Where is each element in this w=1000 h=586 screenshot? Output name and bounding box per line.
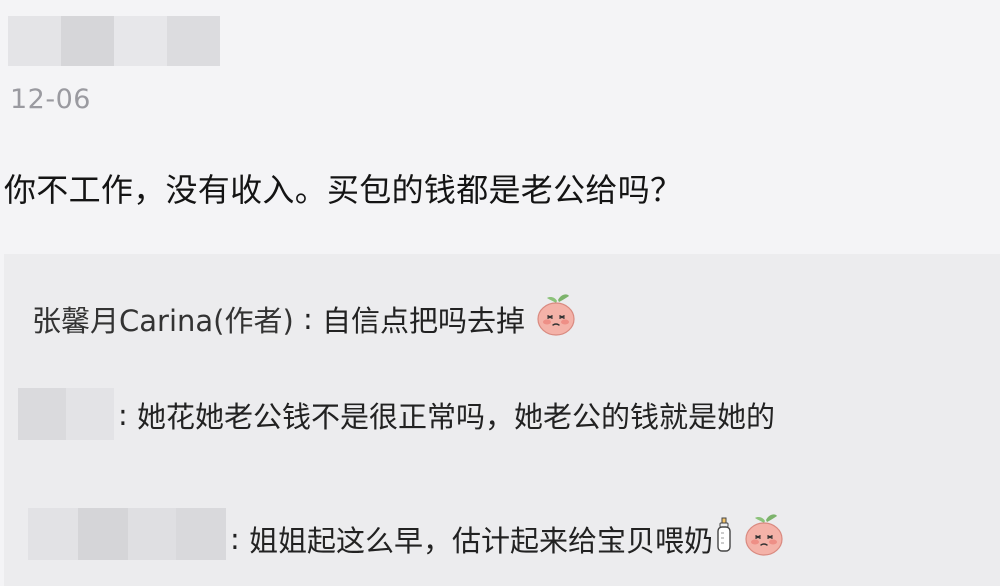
- reply-author[interactable]: 张馨月Carina(作者): [32, 298, 294, 340]
- reply-item: : 她花她老公钱不是很正常吗，她老公的钱就是她的: [118, 394, 775, 436]
- reply-panel: 张馨月Carina(作者) : 自信点把吗去掉 : 她花她老公钱不是很正常吗，她…: [4, 254, 1000, 586]
- comment-text: 你不工作，没有收入。买包的钱都是老公给吗？: [4, 171, 683, 209]
- reply-text: 姐姐起这么早，估计起来给宝贝喂奶: [249, 523, 714, 558]
- peach-face-emoji-icon: [533, 292, 579, 345]
- reply-author-blurred[interactable]: [28, 508, 226, 560]
- reply-separator: :: [230, 521, 249, 556]
- peach-face-emoji-icon: [741, 512, 787, 565]
- reply-separator: :: [118, 398, 137, 432]
- comment-timestamp: 12-06: [10, 84, 91, 115]
- reply-text: 自信点把吗去掉: [322, 303, 526, 338]
- baby-bottle-icon: [715, 517, 733, 560]
- reply-item: : 姐姐起这么早，估计起来给宝贝喂奶: [230, 512, 787, 565]
- reply-author-blurred[interactable]: [18, 388, 114, 440]
- reply-item: 张馨月Carina(作者) : 自信点把吗去掉: [32, 292, 579, 345]
- reply-text: 她花她老公钱不是很正常吗，她老公的钱就是她的: [137, 400, 776, 434]
- commenter-name-blurred[interactable]: [8, 16, 220, 66]
- reply-separator: :: [293, 301, 322, 336]
